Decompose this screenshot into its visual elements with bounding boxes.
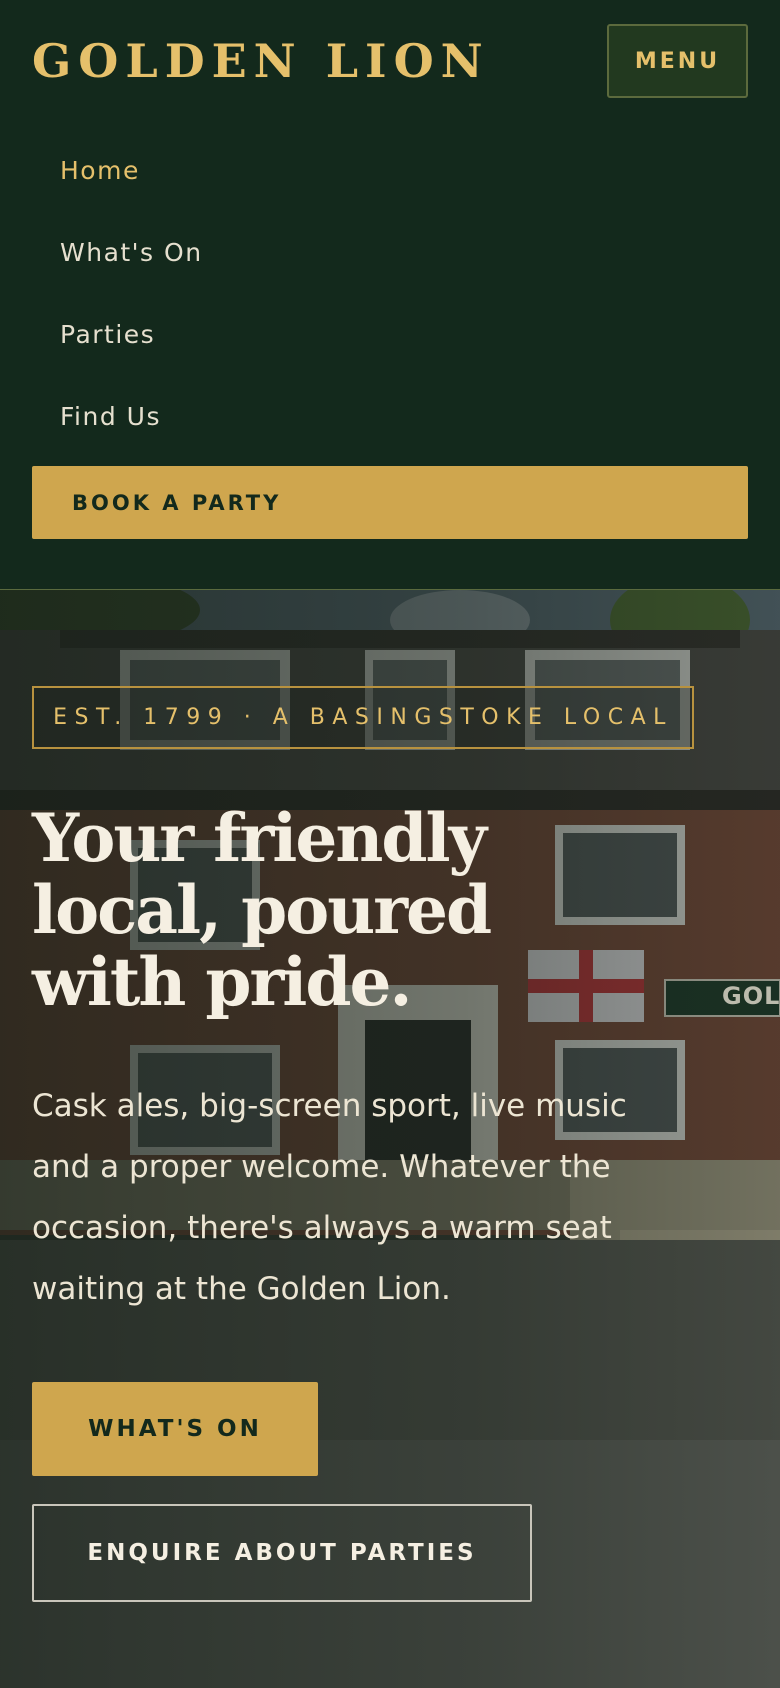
- nav-item-whats-on[interactable]: What's On: [60, 238, 203, 267]
- nav-item-find-us[interactable]: Find Us: [60, 402, 161, 431]
- hero-title-line: local, poured: [32, 871, 492, 949]
- pub-sign-text: GOL: [722, 982, 780, 1010]
- hero-title-line: with pride.: [32, 943, 412, 1021]
- nav-item-parties[interactable]: Parties: [60, 320, 155, 349]
- established-badge: EST. 1799 · A BASINGSTOKE LOCAL: [32, 686, 694, 749]
- hero-text-line: occasion, there's always a warm seat: [32, 1210, 612, 1246]
- hero-section: EST. 1799 · A BASINGSTOKE LOCAL Your fri…: [0, 590, 780, 1688]
- hero-text-line: and a proper welcome. Whatever the: [32, 1149, 611, 1185]
- hero-title-line: Your friendly: [32, 799, 487, 877]
- whats-on-button[interactable]: WHAT'S ON: [32, 1382, 318, 1476]
- hero-description: Cask ales, big-screen sport, live music …: [32, 1076, 732, 1320]
- hero-text-line: Cask ales, big-screen sport, live music: [32, 1088, 627, 1124]
- nav-item-home[interactable]: Home: [60, 156, 140, 185]
- hero-text-line: waiting at the Golden Lion.: [32, 1271, 451, 1307]
- book-party-button[interactable]: BOOK A PARTY: [32, 466, 748, 539]
- site-header: GOLDEN LION MENU Home What's On Parties …: [0, 0, 780, 590]
- hero-title: Your friendly local, poured with pride.: [32, 802, 552, 1018]
- enquire-parties-button[interactable]: ENQUIRE ABOUT PARTIES: [32, 1504, 532, 1602]
- menu-button[interactable]: MENU: [607, 24, 748, 98]
- site-logo[interactable]: GOLDEN LION: [32, 34, 490, 88]
